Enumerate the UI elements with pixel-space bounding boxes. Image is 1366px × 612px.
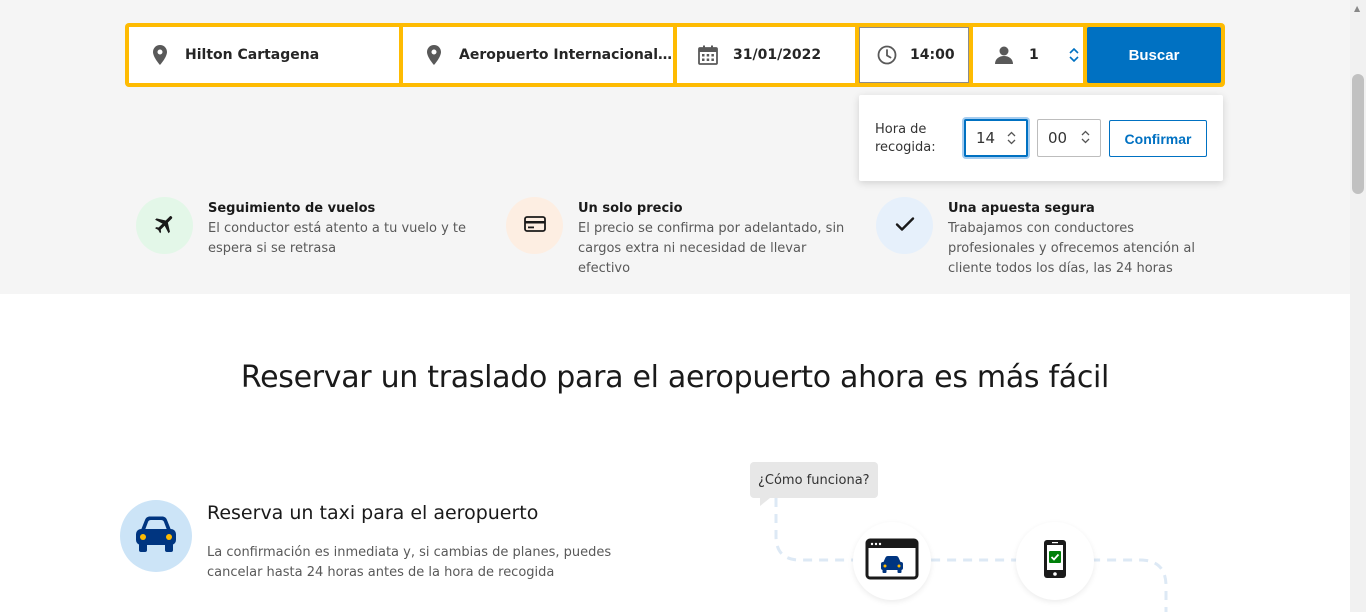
feature-description: El conductor está atento a tu vuelo y te… bbox=[208, 221, 467, 256]
feature-icon-circle bbox=[136, 197, 193, 254]
hour-value: 14 bbox=[976, 129, 996, 147]
select-arrows-icon bbox=[1081, 130, 1090, 144]
dropoff-location-field[interactable]: Aeropuerto Internacional Ra... bbox=[403, 27, 673, 83]
feature-title: Una apuesta segura bbox=[948, 201, 1095, 216]
feature-title: Un solo precio bbox=[578, 201, 683, 216]
scrollbar-thumb[interactable] bbox=[1352, 74, 1364, 194]
dropoff-location-value: Aeropuerto Internacional Ra... bbox=[459, 47, 673, 63]
browser-car-icon bbox=[865, 538, 919, 584]
pickup-location-value: Hilton Cartagena bbox=[185, 47, 320, 63]
location-pin-icon bbox=[423, 44, 445, 66]
passengers-value: 1 bbox=[1029, 47, 1039, 63]
credit-card-icon bbox=[523, 215, 546, 237]
select-arrows-icon bbox=[1007, 131, 1016, 145]
checkmark-icon bbox=[894, 215, 916, 237]
scroll-up-arrow-icon[interactable]: ▲ bbox=[1354, 4, 1360, 13]
page-heading: Reservar un traslado para el aeropuerto … bbox=[240, 360, 1110, 395]
location-pin-icon bbox=[149, 44, 171, 66]
time-picker-popup: Hora de recogida: 14 00 Confirmar bbox=[859, 95, 1223, 181]
pickup-location-field[interactable]: Hilton Cartagena bbox=[129, 27, 399, 83]
step-booking-circle bbox=[853, 522, 931, 600]
passengers-field[interactable]: 1 bbox=[973, 27, 1083, 83]
airplane-icon bbox=[153, 212, 177, 240]
how-it-works-bubble: ¿Cómo funciona? bbox=[750, 462, 878, 506]
feature-title: Seguimiento de vuelos bbox=[208, 201, 376, 216]
minute-select[interactable]: 00 bbox=[1037, 119, 1101, 157]
hour-select[interactable]: 14 bbox=[964, 119, 1028, 157]
phone-check-icon bbox=[1042, 538, 1068, 584]
feature-description: Trabajamos con conductores profesionales… bbox=[948, 221, 1195, 276]
search-bar: Hilton Cartagena Aeropuerto Internaciona… bbox=[125, 23, 1225, 87]
car-icon bbox=[133, 514, 179, 558]
search-button[interactable]: Buscar bbox=[1087, 27, 1221, 83]
feature-description: El precio se confirma por adelantado, si… bbox=[578, 221, 845, 276]
date-value: 31/01/2022 bbox=[733, 47, 822, 63]
taxi-icon-circle bbox=[120, 500, 192, 572]
passengers-stepper-icon[interactable] bbox=[1069, 48, 1079, 62]
clock-icon bbox=[876, 44, 898, 66]
taxi-section-title: Reserva un taxi para el aeropuerto bbox=[207, 502, 539, 524]
page-scrollbar[interactable]: ▲ bbox=[1350, 0, 1366, 612]
date-field[interactable]: 31/01/2022 bbox=[677, 27, 855, 83]
dashed-path-decoration bbox=[774, 498, 1168, 612]
step-confirmation-circle bbox=[1016, 522, 1094, 600]
pickup-time-label: Hora de recogida: bbox=[875, 122, 936, 155]
time-value: 14:00 bbox=[910, 47, 955, 63]
minute-value: 00 bbox=[1048, 129, 1068, 147]
confirm-button[interactable]: Confirmar bbox=[1109, 120, 1207, 157]
time-field[interactable]: 14:00 bbox=[859, 27, 969, 83]
person-icon bbox=[993, 44, 1015, 66]
taxi-section-description: La confirmación es inmediata y, si cambi… bbox=[207, 545, 612, 580]
feature-icon-circle bbox=[876, 197, 933, 254]
feature-icon-circle bbox=[506, 197, 563, 254]
calendar-icon bbox=[697, 44, 719, 66]
